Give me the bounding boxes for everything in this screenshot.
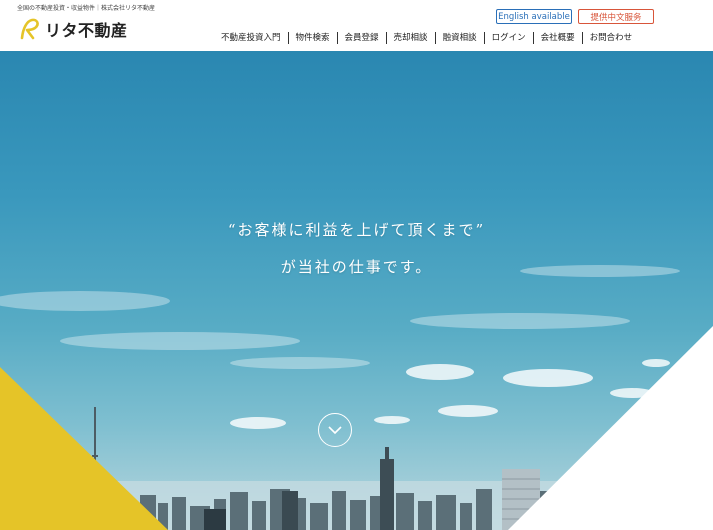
nav-item-sales-consultation[interactable]: 売却相談 (385, 32, 435, 44)
logo-text: リタ不動産 (45, 21, 128, 40)
nav-item-investment-intro[interactable]: 不動産投資入門 (214, 32, 288, 44)
hero-headline: “お客様に利益を上げて頂くまで” (227, 221, 486, 239)
nav-item-login[interactable]: ログイン (483, 32, 533, 44)
scroll-down-button[interactable] (318, 413, 352, 447)
site-header: 全国の不動産投資・収益物件｜株式会社リタ不動産 リタ不動産 English av… (0, 0, 713, 50)
nav-item-member-registration[interactable]: 会員登録 (336, 32, 386, 44)
logo-mark-icon (20, 18, 39, 40)
clouds (0, 265, 680, 369)
hero-subheadline: が当社の仕事です。 (280, 258, 433, 276)
site-tagline: 全国の不動産投資・収益物件｜株式会社リタ不動産 (17, 5, 156, 12)
main-nav: 不動産投資入門 物件検索 会員登録 売却相談 融資相談 ログイン 会社概要 お問… (214, 31, 639, 45)
nav-item-company-profile[interactable]: 会社概要 (532, 32, 582, 44)
nav-item-contact[interactable]: お問合わせ (581, 32, 640, 44)
hero-background-image (0, 265, 713, 530)
nav-item-property-search[interactable]: 物件検索 (287, 32, 337, 44)
chinese-service-button[interactable]: 提供中文服务 (578, 9, 654, 24)
site-logo[interactable]: リタ不動産 (19, 17, 128, 41)
english-available-button[interactable]: English available (496, 9, 572, 24)
hero-section: “お客様に利益を上げて頂くまで” が当社の仕事です。 (0, 51, 713, 530)
nav-item-loan-consultation[interactable]: 融資相談 (434, 32, 484, 44)
chevron-down-icon (328, 426, 342, 435)
